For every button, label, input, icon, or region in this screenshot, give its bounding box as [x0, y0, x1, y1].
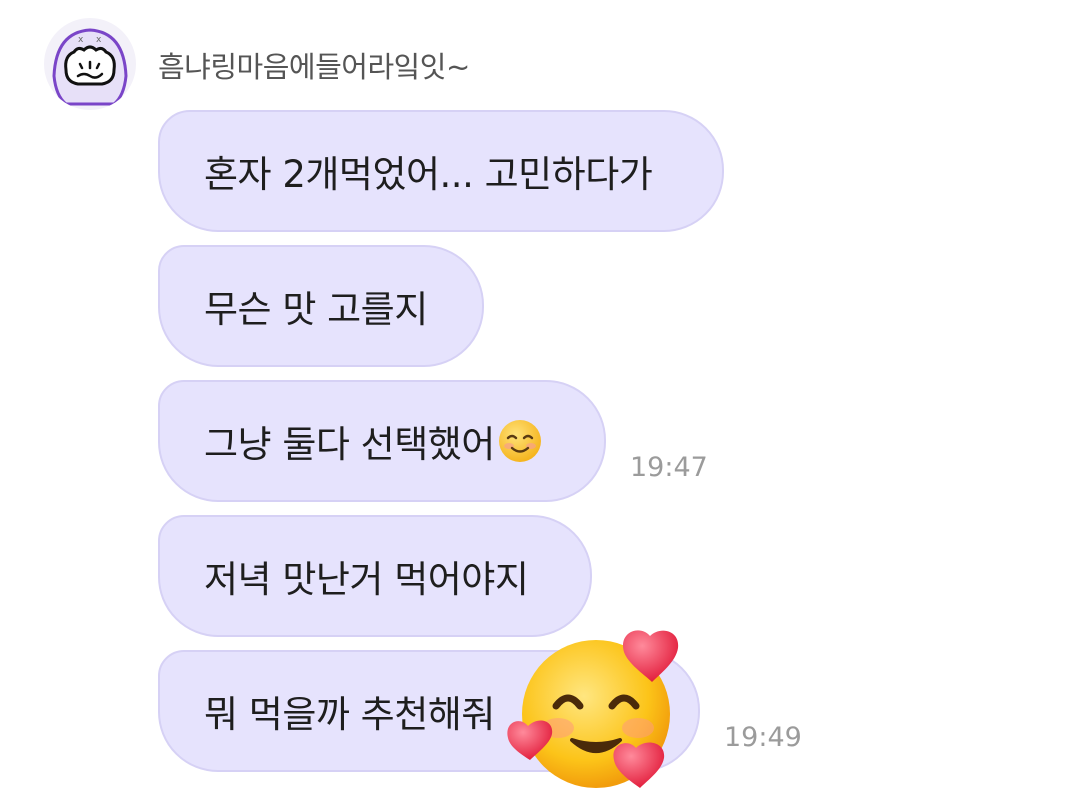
chat-screen: x x 흠냐링마음에들어라잌잇~ 혼자 2개먹었어... 고민하다가 무슨 맛 …: [0, 0, 1076, 801]
message-timestamp: 19:49: [724, 722, 802, 753]
message-bubble[interactable]: 그냥 둘다 선택했어: [158, 380, 606, 502]
message-bubble[interactable]: 저녁 맛난거 먹어야지: [158, 515, 592, 637]
smiling-face-with-hearts-icon[interactable]: [500, 624, 680, 801]
avatar[interactable]: x x: [44, 18, 136, 110]
message-bubble[interactable]: 혼자 2개먹었어... 고민하다가: [158, 110, 724, 232]
message-text: 뭐 먹을까 추천해줘: [204, 693, 495, 736]
svg-text:x: x: [96, 35, 102, 45]
message-text: 무슨 맛 고를지: [204, 288, 428, 331]
message-timestamp: 19:47: [630, 452, 708, 483]
message-text: 그냥 둘다 선택했어: [204, 423, 495, 466]
svg-text:x: x: [78, 35, 84, 45]
message-bubble[interactable]: 무슨 맛 고를지: [158, 245, 484, 367]
message-text: 혼자 2개먹었어... 고민하다가: [204, 153, 653, 196]
smiling-face-icon: [498, 420, 541, 462]
message-text: 저녁 맛난거 먹어야지: [204, 558, 529, 601]
cartoon-face-avatar-icon: x x: [46, 20, 134, 108]
sender-name: 흠냐링마음에들어라잌잇~: [158, 50, 470, 84]
